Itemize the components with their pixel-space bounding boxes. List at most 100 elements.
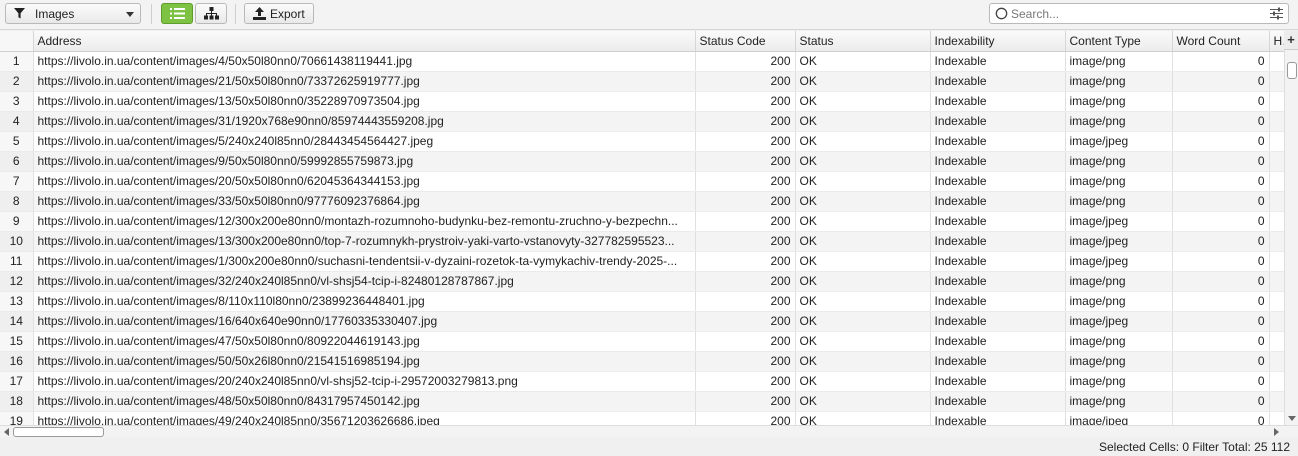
address-cell: https://livolo.in.ua/content/images/13/5…: [33, 91, 696, 112]
status-code-cell: 200: [695, 91, 796, 112]
toolbar-divider: [151, 4, 152, 24]
address-cell: https://livolo.in.ua/content/images/1/30…: [33, 251, 696, 272]
column-header-indexability[interactable]: Indexability: [930, 31, 1066, 52]
table-row[interactable]: 13 https://livolo.in.ua/content/images/8/…: [0, 291, 1284, 312]
indexability-cell: Indexable: [930, 171, 1066, 192]
word-count-cell: 0: [1172, 331, 1270, 352]
horizontal-scrollbar[interactable]: [0, 425, 1298, 437]
table-row[interactable]: 4 https://livolo.in.ua/content/images/31/…: [0, 111, 1284, 132]
word-count-cell: 0: [1172, 231, 1270, 252]
table-row[interactable]: 6 https://livolo.in.ua/content/images/9/5…: [0, 151, 1284, 172]
table-row[interactable]: 19 https://livolo.in.ua/content/images/49…: [0, 411, 1284, 425]
filter-dropdown[interactable]: Images: [5, 3, 141, 24]
indexability-cell: Indexable: [930, 271, 1066, 292]
content-type-cell: image/png: [1065, 191, 1173, 212]
vertical-scrollbar[interactable]: [1284, 31, 1298, 425]
content-type-cell: image/png: [1065, 271, 1173, 292]
status-cell: OK: [795, 51, 931, 72]
h-cell: [1269, 131, 1284, 152]
content-type-cell: image/png: [1065, 391, 1173, 412]
address-cell: https://livolo.in.ua/content/images/50/5…: [33, 351, 696, 372]
table-row[interactable]: 12 https://livolo.in.ua/content/images/32…: [0, 271, 1284, 292]
indexability-cell: Indexable: [930, 211, 1066, 232]
status-cell: OK: [795, 351, 931, 372]
add-column-button[interactable]: +: [1284, 31, 1298, 50]
status-code-cell: 200: [695, 131, 796, 152]
column-header-h[interactable]: H: [1269, 31, 1284, 52]
content-type-cell: image/png: [1065, 331, 1173, 352]
table-row[interactable]: 10 https://livolo.in.ua/content/images/13…: [0, 231, 1284, 252]
status-cell: OK: [795, 111, 931, 132]
table-row[interactable]: 5 https://livolo.in.ua/content/images/5/2…: [0, 131, 1284, 152]
content-type-cell: image/jpeg: [1065, 231, 1173, 252]
table-row[interactable]: 15 https://livolo.in.ua/content/images/47…: [0, 331, 1284, 352]
row-number: 12: [0, 271, 34, 292]
address-cell: https://livolo.in.ua/content/images/13/3…: [33, 231, 696, 252]
status-cell: OK: [795, 231, 931, 252]
search-box: [989, 3, 1289, 24]
table-row[interactable]: 1 https://livolo.in.ua/content/images/4/5…: [0, 51, 1284, 72]
table-row[interactable]: 16 https://livolo.in.ua/content/images/50…: [0, 351, 1284, 372]
row-number: 3: [0, 91, 34, 112]
content-type-cell: image/jpeg: [1065, 411, 1173, 425]
word-count-cell: 0: [1172, 51, 1270, 72]
export-button[interactable]: Export: [244, 3, 314, 24]
horizontal-scroll-thumb[interactable]: [13, 427, 104, 437]
vertical-scroll-thumb[interactable]: [1287, 62, 1297, 79]
table-row[interactable]: 9 https://livolo.in.ua/content/images/12/…: [0, 211, 1284, 232]
scroll-right-arrow-icon[interactable]: [1274, 428, 1279, 436]
word-count-cell: 0: [1172, 311, 1270, 332]
status-cell: OK: [795, 331, 931, 352]
h-cell: [1269, 331, 1284, 352]
results-table: Address Status Code Status Indexability …: [0, 31, 1284, 425]
indexability-cell: Indexable: [930, 231, 1066, 252]
h-cell: [1269, 291, 1284, 312]
row-number: 7: [0, 171, 34, 192]
word-count-cell: 0: [1172, 291, 1270, 312]
table-row[interactable]: 3 https://livolo.in.ua/content/images/13/…: [0, 91, 1284, 112]
row-number: 18: [0, 391, 34, 412]
search-input[interactable]: [1011, 6, 1256, 21]
content-type-cell: image/png: [1065, 371, 1173, 392]
column-header-address[interactable]: Address: [33, 31, 696, 52]
indexability-cell: Indexable: [930, 51, 1066, 72]
status-code-cell: 200: [695, 351, 796, 372]
status-cell: OK: [795, 371, 931, 392]
row-number: 14: [0, 311, 34, 332]
address-cell: https://livolo.in.ua/content/images/8/11…: [33, 291, 696, 312]
column-header-word-count[interactable]: Word Count: [1172, 31, 1270, 52]
address-cell: https://livolo.in.ua/content/images/31/1…: [33, 111, 696, 132]
search-options-icon[interactable]: [1270, 7, 1283, 20]
table-row[interactable]: 14 https://livolo.in.ua/content/images/16…: [0, 311, 1284, 332]
status-code-cell: 200: [695, 371, 796, 392]
table-row[interactable]: 18 https://livolo.in.ua/content/images/48…: [0, 391, 1284, 412]
status-code-cell: 200: [695, 251, 796, 272]
address-cell: https://livolo.in.ua/content/images/47/5…: [33, 331, 696, 352]
list-view-button[interactable]: [161, 3, 193, 24]
column-header-status-code[interactable]: Status Code: [695, 31, 796, 52]
table-row[interactable]: 11 https://livolo.in.ua/content/images/1/…: [0, 251, 1284, 272]
status-cell: OK: [795, 211, 931, 232]
h-cell: [1269, 111, 1284, 132]
column-header-content-type[interactable]: Content Type: [1065, 31, 1173, 52]
status-cell: OK: [795, 171, 931, 192]
word-count-cell: 0: [1172, 371, 1270, 392]
table-row[interactable]: 17 https://livolo.in.ua/content/images/20…: [0, 371, 1284, 392]
scroll-down-arrow-icon[interactable]: [1288, 416, 1296, 421]
status-cell: OK: [795, 191, 931, 212]
table-row[interactable]: 7 https://livolo.in.ua/content/images/20/…: [0, 171, 1284, 192]
address-cell: https://livolo.in.ua/content/images/16/6…: [33, 311, 696, 332]
table-row[interactable]: 8 https://livolo.in.ua/content/images/33/…: [0, 191, 1284, 212]
status-code-cell: 200: [695, 391, 796, 412]
status-cell: OK: [795, 71, 931, 92]
h-cell: [1269, 271, 1284, 292]
address-cell: https://livolo.in.ua/content/images/33/5…: [33, 191, 696, 212]
scroll-left-arrow-icon[interactable]: [4, 428, 9, 436]
table-row[interactable]: 2 https://livolo.in.ua/content/images/21/…: [0, 71, 1284, 92]
row-number: 4: [0, 111, 34, 132]
status-code-cell: 200: [695, 411, 796, 425]
word-count-cell: 0: [1172, 271, 1270, 292]
column-header-status[interactable]: Status: [795, 31, 931, 52]
content-type-cell: image/png: [1065, 71, 1173, 92]
tree-view-button[interactable]: [195, 3, 227, 24]
